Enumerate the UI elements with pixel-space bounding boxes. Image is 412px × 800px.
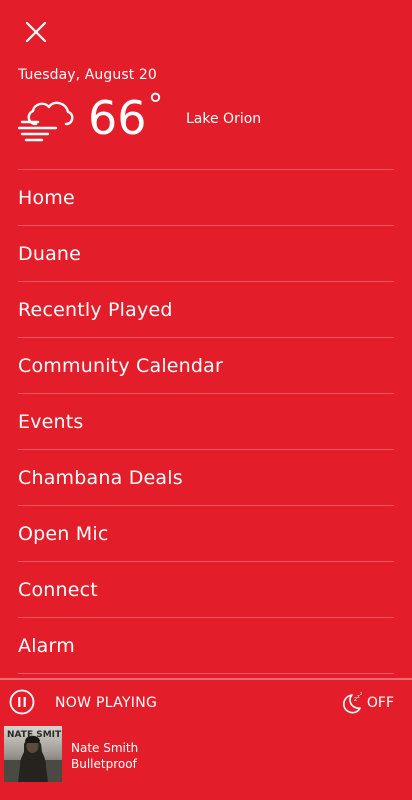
- sleep-timer-status: OFF: [366, 695, 394, 711]
- weather-location: Lake Orion: [186, 111, 262, 127]
- now-playing-label: NOW PLAYING: [55, 695, 158, 711]
- menu-item-label: Open Mic: [18, 522, 109, 545]
- sleep-timer-button[interactable]: z z z OFF: [339, 690, 394, 716]
- temperature-value: 66: [88, 91, 147, 145]
- current-date: Tuesday, August 20: [18, 67, 157, 83]
- menu-item-label: Connect: [18, 578, 98, 601]
- menu-item-alarm[interactable]: Alarm: [18, 618, 394, 674]
- track-title: Bulletproof: [71, 757, 137, 771]
- track-artist: Nate Smith: [71, 741, 139, 755]
- menu-item-label: Chambana Deals: [18, 466, 183, 489]
- menu-item-chambana-deals[interactable]: Chambana Deals: [18, 450, 394, 506]
- pause-icon[interactable]: [9, 689, 35, 715]
- album-art[interactable]: NATE SMITH: [4, 726, 62, 782]
- sleep-moon-icon: z z z: [342, 691, 362, 714]
- menu-item-events[interactable]: Events: [18, 394, 394, 450]
- navigation-menu: Home Duane Recently Played Community Cal…: [18, 169, 394, 674]
- svg-text:NATE SMITH: NATE SMITH: [7, 730, 62, 740]
- player-controls: NOW PLAYING z z z OFF: [0, 680, 412, 724]
- weather-widget: 66 ° Lake Orion: [17, 88, 398, 152]
- degree-symbol: °: [148, 88, 163, 123]
- now-playing-bar: NOW PLAYING z z z OFF NATE SMIT Nate Smi…: [0, 678, 412, 800]
- menu-item-label: Alarm: [18, 634, 75, 657]
- menu-item-open-mic[interactable]: Open Mic: [18, 506, 394, 562]
- close-icon[interactable]: [22, 18, 50, 46]
- menu-item-duane[interactable]: Duane: [18, 226, 394, 282]
- menu-item-connect[interactable]: Connect: [18, 562, 394, 618]
- menu-item-home[interactable]: Home: [18, 170, 394, 226]
- menu-item-label: Recently Played: [18, 298, 173, 321]
- partly-cloudy-fog-icon: [17, 98, 74, 142]
- menu-item-label: Home: [18, 186, 75, 209]
- menu-item-label: Duane: [18, 242, 82, 265]
- menu-item-recently-played[interactable]: Recently Played: [18, 282, 394, 338]
- track-info: Nate Smith Bulletproof: [71, 740, 138, 772]
- menu-item-label: Events: [18, 410, 84, 433]
- menu-item-label: Community Calendar: [18, 354, 224, 377]
- svg-text:z: z: [360, 691, 362, 696]
- current-track[interactable]: NATE SMITH Nate Smith Bulletproof: [4, 726, 412, 784]
- menu-item-community-calendar[interactable]: Community Calendar: [18, 338, 394, 394]
